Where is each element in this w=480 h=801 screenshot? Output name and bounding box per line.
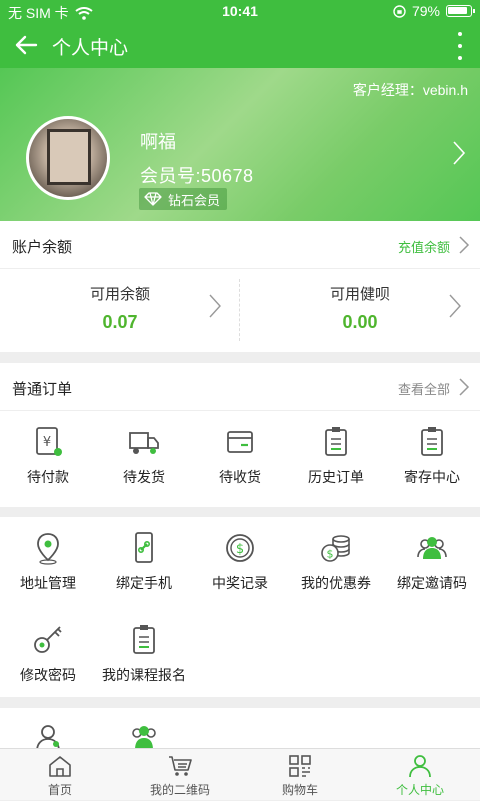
member-level-label: 钻石会员: [168, 192, 221, 208]
available-balance-label: 可用余额: [89, 286, 150, 303]
phone-link-icon: [135, 532, 153, 563]
svg-text:$: $: [236, 542, 244, 557]
battery-icon: [446, 5, 475, 17]
tab-cart[interactable]: 购物车: [240, 749, 360, 801]
bind-invite-code[interactable]: 绑定邀请码: [384, 517, 480, 613]
address-management[interactable]: 地址管理: [0, 517, 96, 613]
tab-home[interactable]: 首页: [0, 749, 120, 801]
clipboard-icon: [133, 625, 155, 654]
key-icon: [34, 626, 62, 653]
clipboard-icon: [421, 427, 443, 456]
users-icon[interactable]: [128, 722, 160, 748]
more-menu-button[interactable]: [454, 32, 466, 60]
chevron-right-icon[interactable]: [452, 140, 466, 166]
battery-percent: 79%: [411, 3, 440, 19]
prize-records[interactable]: $ 中奖记录: [192, 517, 288, 613]
order-pending-payment[interactable]: ¥ 待付款: [0, 411, 96, 507]
view-all-link[interactable]: 查看全部: [398, 379, 450, 398]
svg-text:$: $: [327, 548, 334, 561]
chevron-right-icon: [209, 294, 221, 318]
back-arrow-icon[interactable]: [10, 29, 42, 61]
nickname: 啊福: [140, 132, 176, 152]
coins-stack-icon: $: [321, 535, 350, 562]
available-health-value: 0.00: [342, 312, 378, 332]
pending-payment-icon: ¥: [36, 427, 62, 456]
bottom-tab-bar: 首页 我的二维码 购物车 个人中心: [0, 748, 480, 800]
member-number: 会员号:50678: [140, 166, 254, 186]
available-balance-cell[interactable]: 可用余额 0.07: [0, 269, 240, 351]
user-icon[interactable]: [32, 722, 64, 748]
home-icon: [49, 756, 71, 777]
recharge-link[interactable]: 充值余额: [398, 237, 450, 256]
order-pending-shipment[interactable]: 待发货: [96, 411, 192, 507]
more-services-section: [0, 708, 480, 748]
services-section: 地址管理 绑定手机 $ 中奖记录 $ 我的优惠券 绑定邀请码 修改密码 我的课程…: [0, 517, 480, 697]
status-bar: 无 SIM 卡 10:41 79%: [0, 0, 480, 22]
account-balance-section: 账户余额 充值余额 可用余额 0.07 可用健呗 0.00: [0, 221, 480, 352]
profile-card[interactable]: 客户经理：vebin.h 啊福 会员号:50678 钻石会员: [0, 68, 480, 221]
member-level-badge: 钻石会员: [139, 188, 228, 210]
users-icon: [417, 537, 447, 559]
my-coupons[interactable]: $ 我的优惠券: [288, 517, 384, 613]
change-password[interactable]: 修改密码: [0, 609, 96, 705]
tab-personal-center[interactable]: 个人中心: [360, 749, 480, 801]
account-manager: 客户经理：vebin.h: [352, 82, 468, 98]
person-icon: [409, 755, 431, 778]
page-title: 个人中心: [52, 38, 129, 59]
chevron-right-icon[interactable]: [458, 377, 470, 397]
app-header: 无 SIM 卡 10:41 79% 个人中心: [0, 0, 480, 68]
orders-section: 普通订单 查看全部 ¥ 待付款 待发货 待收货 历史订单 寄存中心: [0, 363, 480, 507]
box-icon: [227, 431, 253, 453]
location-pin-icon: [37, 533, 59, 565]
bind-phone[interactable]: 绑定手机: [96, 517, 192, 613]
svg-text:¥: ¥: [43, 435, 51, 450]
clipboard-icon: [325, 427, 347, 456]
available-balance-value: 0.07: [102, 312, 138, 332]
tab-my-qr-code[interactable]: 我的二维码: [120, 749, 240, 801]
nav-bar: 个人中心: [0, 22, 480, 68]
chevron-right-icon: [449, 294, 461, 318]
account-balance-title: 账户余额: [12, 239, 73, 256]
order-pending-receipt[interactable]: 待收货: [192, 411, 288, 507]
orientation-lock-icon: [393, 4, 406, 18]
order-storage-center[interactable]: 寄存中心: [384, 411, 480, 507]
available-health-label: 可用健呗: [329, 286, 390, 303]
order-history[interactable]: 历史订单: [288, 411, 384, 507]
dollar-coin-icon: $: [226, 534, 254, 562]
truck-icon: [129, 432, 159, 454]
avatar[interactable]: [26, 116, 110, 200]
qr-code-icon: [169, 756, 192, 776]
available-health-cell[interactable]: 可用健呗 0.00: [240, 269, 480, 351]
orders-title: 普通订单: [12, 381, 73, 398]
my-course-registration[interactable]: 我的课程报名: [96, 609, 192, 705]
diamond-icon: [144, 192, 162, 206]
grid-cart-icon: [289, 755, 311, 777]
chevron-right-icon[interactable]: [458, 235, 470, 255]
